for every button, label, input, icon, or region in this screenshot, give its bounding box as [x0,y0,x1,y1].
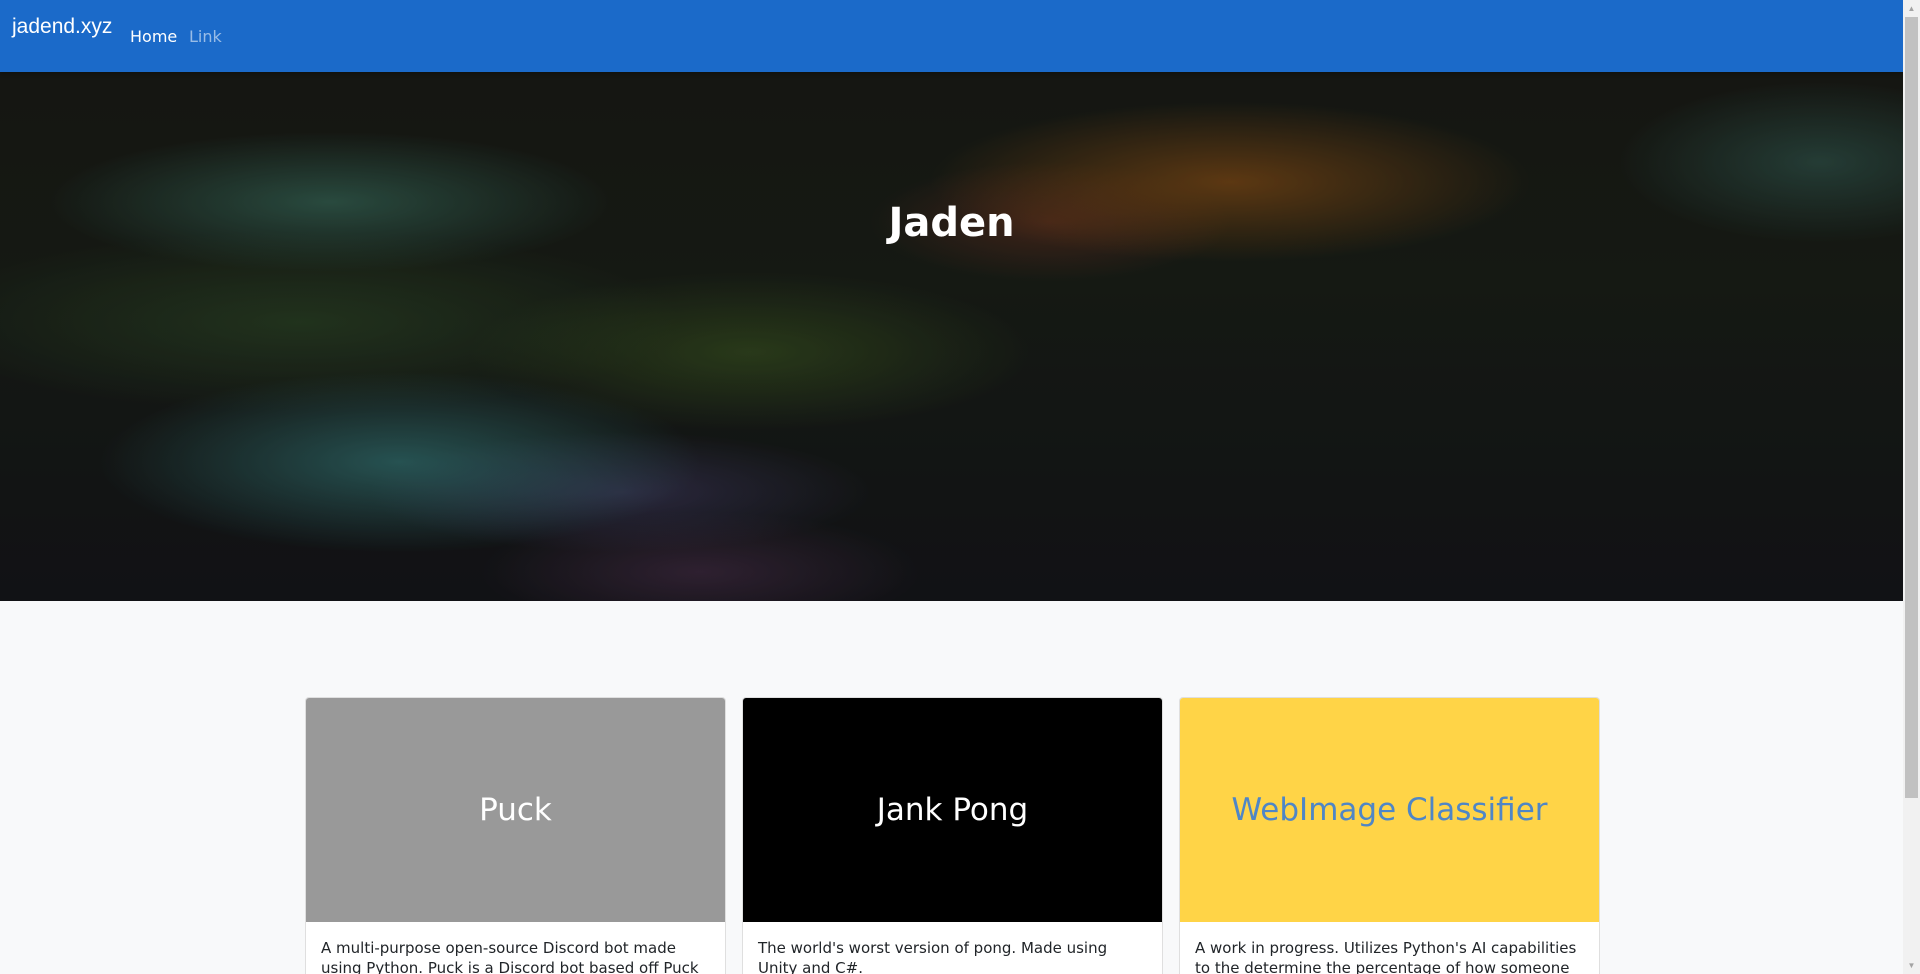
card-description: A work in progress. Utilizes Python's AI… [1195,939,1577,974]
hero-overlay [0,72,1903,601]
scrollbar-thumb[interactable] [1905,17,1918,798]
card-cover: Jank Pong [743,698,1162,922]
card-description: A multi-purpose open-source Discord bot … [321,939,699,974]
card-title: WebImage Classifier [1231,792,1548,828]
project-cards: Puck A multi-purpose open-source Discord… [305,697,1600,974]
nav-link-link[interactable]: Link [189,27,222,46]
page: jadend.xyz Home Link Jaden Puck A multi-… [0,0,1920,974]
project-card-webimage-classifier[interactable]: WebImage Classifier A work in progress. … [1179,697,1600,974]
project-card-jank-pong[interactable]: Jank Pong The world's worst version of p… [742,697,1163,974]
card-cover: WebImage Classifier [1180,698,1599,922]
hero-banner: Jaden [0,72,1903,601]
nav-link-home[interactable]: Home [130,27,177,46]
brand-link[interactable]: jadend.xyz [12,15,112,39]
card-title: Puck [479,792,552,828]
hero-title: Jaden [888,200,1015,246]
top-navbar: jadend.xyz Home Link [0,0,1903,72]
browser-viewport: jadend.xyz Home Link Jaden Puck A multi-… [0,0,1903,974]
project-card-puck[interactable]: Puck A multi-purpose open-source Discord… [305,697,726,974]
scroll-up-arrow-icon[interactable]: ▲ [1903,0,1920,17]
card-cover: Puck [306,698,725,922]
card-title: Jank Pong [876,792,1029,828]
scroll-down-arrow-icon[interactable]: ▼ [1903,957,1920,974]
vertical-scrollbar[interactable]: ▲ ▼ [1903,0,1920,974]
card-description: The world's worst version of pong. Made … [758,939,1108,974]
